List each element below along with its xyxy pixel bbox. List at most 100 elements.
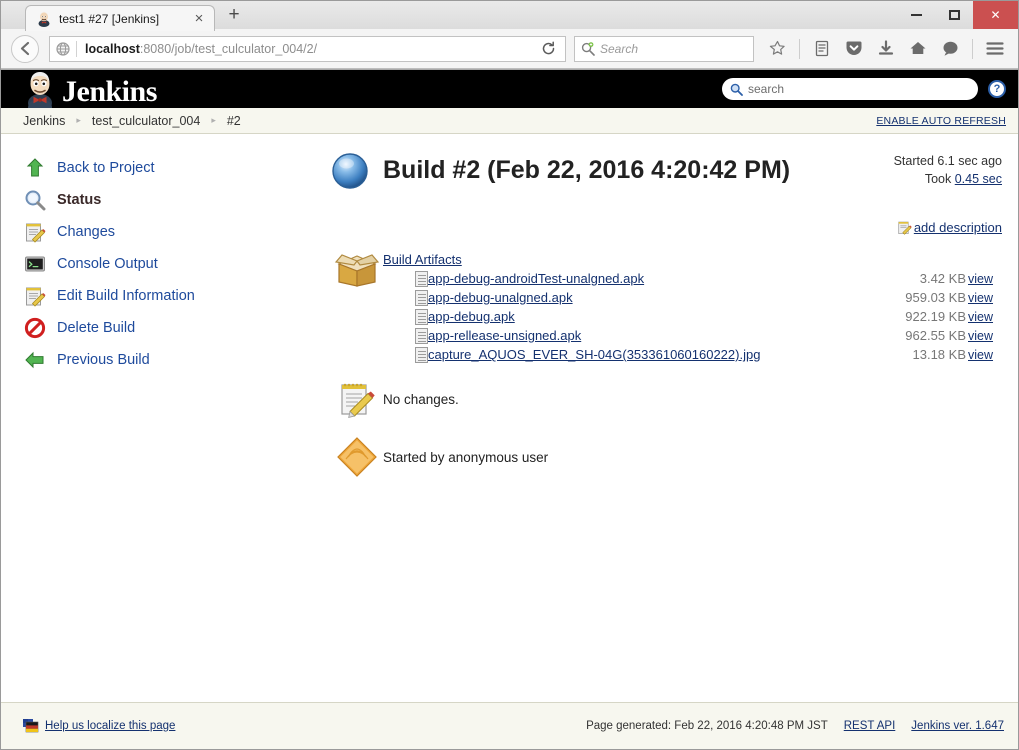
sidebar-label: Edit Build Information (57, 288, 195, 304)
menu-icon[interactable] (982, 36, 1008, 62)
window-controls: ✕ (897, 1, 1018, 29)
breadcrumb-item-build[interactable]: #2 (227, 114, 241, 128)
green-up-arrow-icon (23, 156, 47, 180)
green-left-arrow-icon (23, 348, 47, 372)
sidebar-item-back-to-project[interactable]: Back to Project (23, 152, 331, 184)
artifacts-table: app-debug-androidTest-unalgned.apk 3.42 … (383, 269, 1002, 364)
build-started: Started 6.1 sec ago (893, 154, 1002, 168)
enable-auto-refresh-link[interactable]: ENABLE AUTO REFRESH (876, 115, 1006, 127)
sidebar-label: Delete Build (57, 320, 136, 336)
build-duration-link[interactable]: 0.45 sec (955, 172, 1002, 186)
changes-body: No changes. (383, 378, 1002, 420)
reading-list-icon[interactable] (809, 36, 835, 62)
url-host: localhost (85, 41, 140, 56)
breadcrumb-item-jenkins[interactable]: Jenkins (23, 114, 65, 128)
close-icon[interactable]: × (190, 10, 208, 28)
file-icon (383, 326, 428, 345)
sidebar: Back to Project Status Changes Console O… (1, 134, 331, 702)
package-box-icon (331, 249, 383, 364)
jenkins-search-input[interactable]: search (722, 78, 978, 100)
close-window-button[interactable]: ✕ (973, 1, 1018, 29)
blue-ball-success-icon (331, 152, 369, 190)
build-took-prefix: Took (924, 172, 955, 186)
artifact-link[interactable]: app-debug-androidTest-unalgned.apk (428, 271, 644, 286)
sidebar-item-changes[interactable]: Changes (23, 216, 331, 248)
minimize-button[interactable] (897, 1, 935, 29)
cause-body: Started by anonymous user (383, 434, 1002, 478)
sidebar-item-previous-build[interactable]: Previous Build (23, 344, 331, 376)
chat-icon[interactable] (937, 36, 963, 62)
sidebar-item-status[interactable]: Status (23, 184, 331, 216)
footer-right: Page generated: Feb 22, 2016 4:20:48 PM … (586, 720, 1004, 732)
help-icon[interactable]: ? (988, 80, 1006, 98)
file-icon (383, 345, 428, 364)
star-icon[interactable] (764, 36, 790, 62)
artifact-link[interactable]: app-debug.apk (428, 309, 515, 324)
artifact-link[interactable]: capture_AQUOS_EVER_SH-04G(35336106016022… (428, 347, 760, 362)
pocket-icon[interactable] (841, 36, 867, 62)
build-content: Build #2 (Feb 22, 2016 4:20:42 PM) Start… (331, 134, 1018, 702)
artifact-size: 922.19 KB (905, 309, 966, 324)
artifact-link[interactable]: app-rellease-unsigned.apk (428, 328, 581, 343)
terminal-icon (23, 252, 47, 276)
url-text: localhost:8080/job/test_culculator_004/2… (85, 42, 537, 56)
changes-text: No changes. (383, 392, 459, 407)
build-artifacts-section: Build Artifacts app-debug-androidTest-un… (331, 249, 1002, 364)
tab-strip: test1 #27 [Jenkins] × + (1, 1, 247, 31)
build-cause-text: Started by anonymous user (383, 450, 549, 465)
table-row: app-debug-unalgned.apk 959.03 KB view (383, 288, 1002, 307)
jenkins-version-link[interactable]: Jenkins ver. 1.647 (911, 720, 1004, 732)
main-area: Back to Project Status Changes Console O… (1, 134, 1018, 703)
reload-icon[interactable] (537, 38, 559, 60)
artifact-view-link[interactable]: view (968, 329, 993, 343)
download-icon[interactable] (873, 36, 899, 62)
breadcrumb-item-job[interactable]: test_culculator_004 (92, 114, 200, 128)
notepad-pencil-icon (23, 284, 47, 308)
jenkins-header-right: search ? (722, 78, 1006, 100)
artifact-view-link[interactable]: view (968, 348, 993, 362)
toolbar-icons (764, 36, 1008, 62)
jenkins-page: Jenkins search ? Jenkins ▸ test_culculat… (1, 69, 1018, 749)
file-icon (383, 307, 428, 326)
build-cause-section: Started by anonymous user (331, 434, 1002, 478)
jenkins-brand: Jenkins (62, 75, 157, 108)
new-tab-button[interactable]: + (221, 2, 247, 28)
artifact-view-link[interactable]: view (968, 310, 993, 324)
search-input[interactable]: Search (574, 35, 754, 62)
page-title: Build #2 (Feb 22, 2016 4:20:42 PM) (383, 156, 791, 184)
artifact-view-cell: view (968, 326, 1002, 345)
artifact-link[interactable]: app-debug-unalgned.apk (428, 290, 573, 305)
file-icon (383, 269, 428, 288)
url-divider (76, 40, 77, 57)
url-bar[interactable]: localhost:8080/job/test_culculator_004/2… (49, 35, 566, 62)
globe-icon (56, 41, 70, 56)
maximize-button[interactable] (935, 1, 973, 29)
add-description-link[interactable]: add description (914, 220, 1002, 235)
artifact-view-link[interactable]: view (968, 272, 993, 286)
back-icon[interactable] (11, 34, 39, 63)
sidebar-item-delete-build[interactable]: Delete Build (23, 312, 331, 344)
localize-link[interactable]: Help us localize this page (45, 720, 175, 732)
artifact-view-link[interactable]: view (968, 291, 993, 305)
sidebar-label: Status (57, 192, 102, 208)
home-icon[interactable] (905, 36, 931, 62)
add-description-row: add description (331, 220, 1002, 235)
changes-section: No changes. (331, 378, 1002, 420)
build-timing: Started 6.1 sec ago Took 0.45 sec (894, 150, 1002, 188)
browser-navbar: localhost:8080/job/test_culculator_004/2… (1, 29, 1018, 69)
jenkins-butler-icon (36, 11, 52, 27)
build-artifacts-heading[interactable]: Build Artifacts (383, 252, 462, 267)
toolbar-divider (972, 38, 973, 59)
jenkins-logo[interactable]: Jenkins (23, 70, 157, 108)
browser-tab[interactable]: test1 #27 [Jenkins] × (25, 5, 215, 31)
sidebar-label: Previous Build (57, 352, 150, 368)
rest-api-link[interactable]: REST API (844, 720, 896, 732)
sidebar-item-console-output[interactable]: Console Output (23, 248, 331, 280)
chevron-right-icon: ▸ (76, 115, 81, 125)
sidebar-item-edit-build-information[interactable]: Edit Build Information (23, 280, 331, 312)
artifact-name-cell: app-debug.apk (428, 307, 882, 326)
artifacts-body: Build Artifacts app-debug-androidTest-un… (383, 249, 1002, 364)
artifact-view-cell: view (968, 307, 1002, 326)
artifact-name-cell: capture_AQUOS_EVER_SH-04G(35336106016022… (428, 345, 882, 364)
artifact-size: 13.18 KB (912, 347, 967, 362)
